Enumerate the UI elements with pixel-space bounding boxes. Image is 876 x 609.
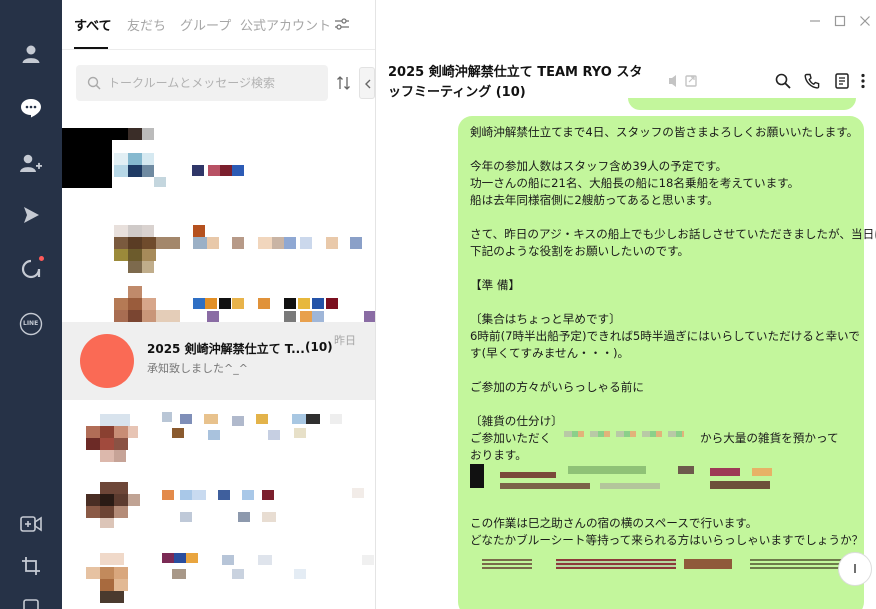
message-line	[470, 294, 852, 311]
message-line	[470, 209, 852, 226]
message-line-start: ご参加いただく	[470, 431, 552, 445]
message-line: さて、昨日のアジ・キスの船上でも少しお話しさせていただきましたが、当日は	[470, 227, 876, 241]
close-button[interactable]	[858, 14, 872, 28]
chat-row-obscured-5[interactable]	[62, 474, 375, 542]
chat-row-selected[interactable]: 2025 剣崎沖解禁仕立て T... (10) 昨日 承知致しました^_^	[62, 322, 375, 400]
window-controls	[808, 14, 872, 28]
more-options-icon[interactable]	[860, 73, 866, 93]
tab-all[interactable]: すべて	[74, 15, 112, 34]
message-line: おります。	[470, 448, 527, 462]
obscured-message-line	[470, 464, 852, 488]
chat-list-tabs: すべて 友だち グループ 公式アカウント	[62, 0, 375, 50]
chat-row-obscured-1[interactable]	[62, 120, 375, 188]
chat-icon[interactable]	[16, 93, 46, 123]
chat-row-name: 2025 剣崎沖解禁仕立て T...	[147, 342, 305, 356]
search-icon[interactable]	[775, 73, 791, 93]
message-line: 〔集合はちょっと早めです〕	[470, 312, 621, 326]
line-label: LINE	[23, 320, 39, 327]
chat-row-obscured-2[interactable]	[62, 215, 375, 283]
chat-row-time: 昨日	[334, 334, 356, 347]
obscured-message-line	[470, 481, 852, 498]
message-line	[470, 260, 852, 277]
chat-room-title: 2025 剣崎沖解禁仕立て TEAM RYO スタッフミーティング (10)	[388, 65, 643, 100]
message-line: 今年の参加人数はスタッフ含め39人の予定です。	[470, 159, 728, 173]
message-line: 〔雑貨の仕分け〕	[470, 414, 563, 428]
chat-list-panel: すべて 友だち グループ 公式アカウント トークルームとメッセージ検索 2025…	[62, 0, 376, 609]
message-line	[470, 396, 852, 413]
sort-icon[interactable]	[336, 75, 352, 95]
message-line: 6時前(7時半出船予定)できれば5時半過ぎにはいらしていただけると幸いで	[470, 329, 860, 343]
chat-row-obscured-6[interactable]	[62, 545, 375, 609]
line-icon[interactable]: LINE	[16, 309, 46, 339]
line-app-window: LINE すべて 友だち グループ 公式アカウント トークルームとメッセージ検索…	[0, 0, 876, 609]
message-line: 下記のような役割をお願いしたいのです。	[470, 244, 690, 258]
search-input[interactable]	[108, 74, 320, 92]
message-line: 船は去年同様宿側に2艘舫ってあると思います。	[470, 193, 719, 207]
chat-view: 2025 剣崎沖解禁仕立て TEAM RYO スタッフミーティング (10) 剣…	[376, 0, 876, 609]
message-line: ご参加の方々がいらっしゃる前に	[470, 380, 644, 394]
tab-official-accounts[interactable]: 公式アカウント	[240, 15, 331, 34]
call-icon[interactable]	[804, 73, 820, 93]
message-line: ご参加いただく から大量の雑貨を預かって	[470, 430, 852, 447]
profile-icon[interactable]	[16, 39, 46, 69]
filter-icon[interactable]	[334, 16, 350, 35]
tab-friends[interactable]: 友だち	[127, 15, 166, 34]
settings-icon[interactable]	[16, 592, 46, 609]
openchat-icon[interactable]	[16, 254, 46, 284]
message-line: この作業は巳之助さんの宿の横のスペースで行います。	[470, 516, 758, 530]
notification-dot	[39, 256, 44, 261]
voom-icon[interactable]	[16, 200, 46, 230]
message-line	[470, 141, 852, 158]
message-line-end: から大量の雑貨を預かって	[700, 431, 839, 445]
message-line	[470, 362, 852, 379]
message-line	[470, 498, 852, 515]
active-tab-underline	[74, 47, 108, 49]
video-call-icon[interactable]	[16, 509, 46, 539]
chat-row-preview: 承知致しました^_^	[147, 362, 248, 375]
crop-icon[interactable]	[16, 551, 46, 581]
scroll-to-bottom-button[interactable]	[838, 552, 872, 586]
maximize-button[interactable]	[833, 14, 847, 28]
add-friend-icon[interactable]	[16, 148, 46, 178]
chat-row-member-count: (10)	[305, 340, 333, 354]
mute-icon	[667, 73, 701, 93]
obscured-message-line	[470, 559, 852, 576]
chat-row-obscured-4[interactable]	[62, 404, 375, 472]
minimize-button[interactable]	[808, 14, 822, 28]
group-avatar	[80, 334, 134, 388]
previous-message-bubble	[628, 98, 856, 110]
collapse-panel-button[interactable]	[359, 67, 375, 99]
nav-rail: LINE	[0, 0, 62, 609]
search-box[interactable]	[76, 65, 328, 101]
message-line: 【準 備】	[470, 278, 521, 292]
search-icon	[87, 75, 101, 94]
tab-groups[interactable]: グループ	[180, 15, 231, 34]
notes-icon[interactable]	[834, 73, 850, 93]
message-line: どなたかブルーシート等持って来られる方はいらっしゃいますでしょうか？	[470, 533, 864, 547]
message-line: 功一さんの船に21名、大船長の船に18名乗船を考えています。	[470, 176, 800, 190]
message-line: 剣崎沖解禁仕立てまで4日、スタッフの皆さまよろしくお願いいたします。	[470, 125, 859, 139]
message-line: す(早くてすみません・・・)。	[470, 346, 630, 360]
message-bubble[interactable]: 剣崎沖解禁仕立てまで4日、スタッフの皆さまよろしくお願いいたします。 今年の参加…	[458, 116, 876, 609]
